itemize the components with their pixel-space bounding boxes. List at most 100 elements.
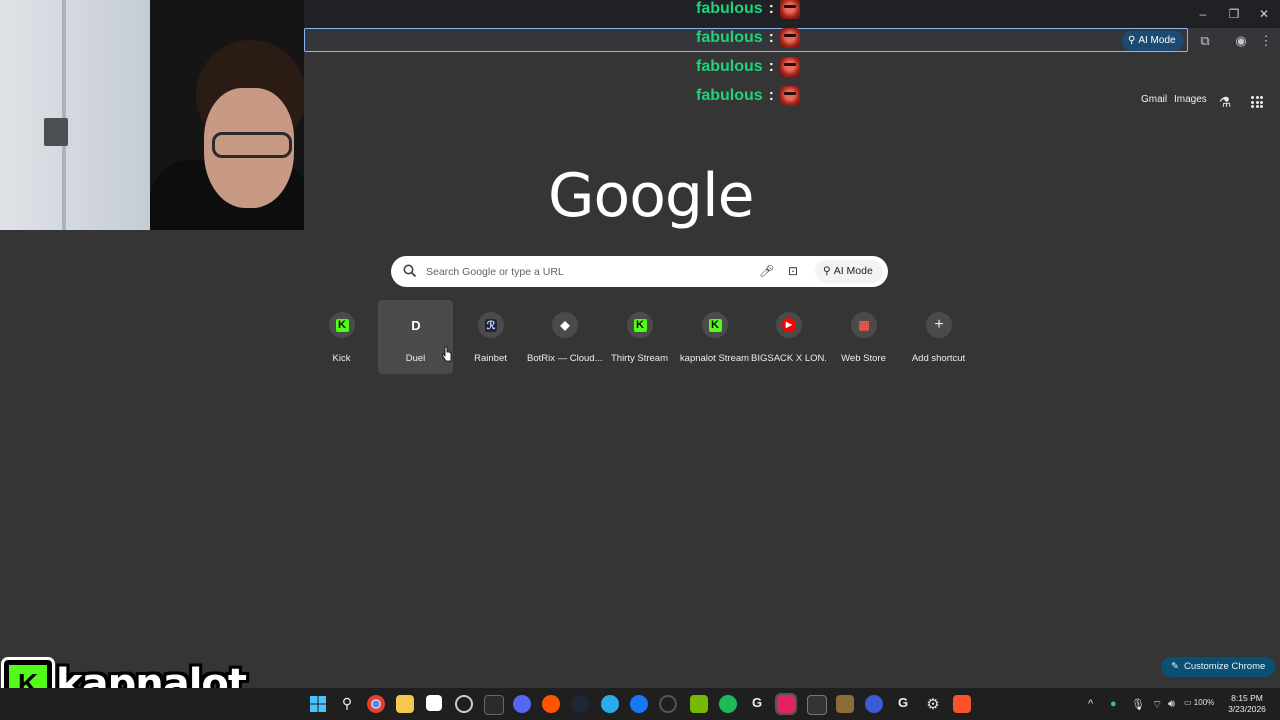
youtube-icon: ▶ (776, 312, 802, 338)
chevron-up-icon[interactable]: ^ (1088, 698, 1093, 710)
chat-emote-icon (780, 28, 800, 48)
app-icon[interactable] (807, 695, 827, 715)
shortcut-thirty-stream[interactable]: K Thirty Stream (602, 300, 677, 374)
chat-message: fabulous : (696, 26, 800, 50)
kick-icon: K (627, 312, 653, 338)
gmail-link[interactable]: Gmail (1141, 94, 1167, 105)
chrome-icon[interactable] (367, 695, 385, 713)
shortcut-label: BotRix — Cloud... (527, 353, 602, 364)
settings-gear-icon[interactable]: ⚙ (924, 695, 942, 713)
shortcut-duel[interactable]: D Duel (378, 300, 453, 374)
webstore-icon: ▦ (851, 312, 877, 338)
chat-username: fabulous (696, 87, 763, 104)
logitech-icon[interactable]: G (894, 695, 912, 713)
chat-separator: : (768, 0, 774, 17)
app-icon[interactable] (865, 695, 883, 713)
botrix-icon: ◆ (552, 312, 578, 338)
chat-username: fabulous (696, 29, 763, 46)
windows-start-icon[interactable] (309, 695, 327, 713)
shortcut-label: Add shortcut (911, 353, 966, 364)
battery-indicator[interactable]: ▭ 100% (1184, 698, 1214, 707)
chat-username: fabulous (696, 0, 763, 17)
app-icon[interactable] (659, 695, 677, 713)
system-clock[interactable]: 8:15 PM 3/23/2026 (1222, 693, 1272, 715)
google-apps-icon[interactable] (1251, 96, 1263, 108)
chat-emote-icon (780, 57, 800, 77)
shortcut-botrix[interactable]: ◆ BotRix — Cloud... (527, 300, 602, 374)
door-hinge (44, 118, 68, 146)
close-icon[interactable]: ✕ (1249, 4, 1279, 24)
ai-mode-button[interactable]: ⚲ AI Mode (815, 260, 883, 283)
rainbet-icon: ℛ (478, 312, 504, 338)
minimize-icon[interactable]: – (1188, 4, 1218, 24)
shortcut-rainbet[interactable]: ℛ Rainbet (453, 300, 528, 374)
wifi-icon[interactable]: ⌔ (1152, 698, 1162, 712)
hand-cursor-icon (442, 346, 452, 362)
google-logo: Google (548, 161, 755, 231)
battery-percent: 100% (1193, 698, 1215, 707)
chat-message: fabulous : (696, 55, 800, 79)
volume-icon[interactable]: 🔊︎ (1168, 698, 1175, 711)
microphone-icon[interactable]: 🎤︎ (759, 264, 774, 280)
shortcut-kapnalot-stream[interactable]: K kapnalot Stream (677, 300, 752, 374)
shortcut-bigsack[interactable]: ▶ BIGSACK X LON... (751, 300, 826, 374)
shortcut-label: Rainbet (474, 353, 507, 364)
shortcut-add[interactable]: + Add shortcut (901, 300, 976, 374)
chat-emote-icon (780, 0, 800, 19)
shortcut-web-store[interactable]: ▦ Web Store (826, 300, 901, 374)
microphone-icon[interactable]: 🎙︎ (1131, 698, 1145, 711)
shortcut-label: Kick (332, 353, 351, 364)
omnibox-ai-mode-label: AI Mode (1138, 35, 1176, 46)
chat-emote-icon (780, 86, 800, 106)
ai-mode-label: AI Mode (833, 265, 873, 277)
battery-icon: ▭ (1184, 698, 1192, 707)
telegram-icon[interactable] (601, 695, 619, 713)
active-app-icon[interactable] (775, 693, 797, 715)
search-box[interactable]: 🎤︎ ⊡ ⚲ AI Mode (391, 256, 888, 287)
minecraft-icon[interactable] (836, 695, 854, 713)
search-input[interactable] (424, 261, 748, 283)
spotify-icon[interactable] (719, 695, 737, 713)
ai-search-icon: ⚲ (823, 265, 831, 277)
menu-icon[interactable]: ⋮ (1257, 32, 1275, 50)
logitech-icon[interactable]: G (748, 695, 766, 713)
messenger-icon[interactable] (630, 695, 648, 713)
brave-icon[interactable] (953, 695, 971, 713)
epic-games-icon[interactable] (484, 695, 504, 715)
tray-app-icon[interactable]: ● (1110, 698, 1117, 710)
file-explorer-icon[interactable] (396, 695, 414, 713)
customize-chrome-button[interactable]: ✎ Customize Chrome (1161, 657, 1276, 677)
omnibox-ai-mode-button[interactable]: ⚲ AI Mode (1122, 31, 1184, 51)
nvidia-icon[interactable] (690, 695, 708, 713)
chat-message: fabulous : (696, 84, 800, 108)
clock-time: 8:15 PM (1231, 693, 1263, 703)
taskbar-search-icon[interactable]: ⚲ (338, 695, 356, 713)
chat-separator: : (768, 58, 774, 75)
profile-icon[interactable]: ◉ (1232, 32, 1250, 50)
capcut-icon[interactable] (426, 695, 442, 711)
webcam-overlay (0, 0, 304, 230)
shortcut-label: Web Store (841, 353, 886, 364)
plus-icon: + (926, 312, 952, 338)
discord-icon[interactable] (513, 695, 531, 713)
pencil-icon: ✎ (1171, 661, 1179, 672)
chat-message: fabulous : (696, 0, 800, 21)
restore-icon[interactable]: ❐ (1219, 4, 1249, 24)
customize-chrome-label: Customize Chrome (1183, 661, 1266, 672)
google-lens-icon[interactable]: ⊡ (786, 264, 800, 280)
search-icon (403, 264, 417, 278)
ai-search-icon: ⚲ (1128, 35, 1136, 46)
obs-icon[interactable] (455, 695, 473, 713)
shortcut-kick[interactable]: K Kick (304, 300, 379, 374)
chat-username: fabulous (696, 58, 763, 75)
clock-date: 3/23/2026 (1228, 704, 1266, 714)
extensions-icon[interactable]: ⧉ (1196, 32, 1214, 50)
chat-separator: : (768, 87, 774, 104)
glasses (212, 132, 292, 158)
shortcut-label: Thirty Stream (610, 353, 668, 364)
labs-flask-icon[interactable]: ⚗ (1217, 94, 1233, 110)
images-link[interactable]: Images (1174, 94, 1207, 105)
soundcloud-icon[interactable] (542, 695, 560, 713)
kick-icon: K (702, 312, 728, 338)
steam-icon[interactable] (571, 695, 589, 713)
